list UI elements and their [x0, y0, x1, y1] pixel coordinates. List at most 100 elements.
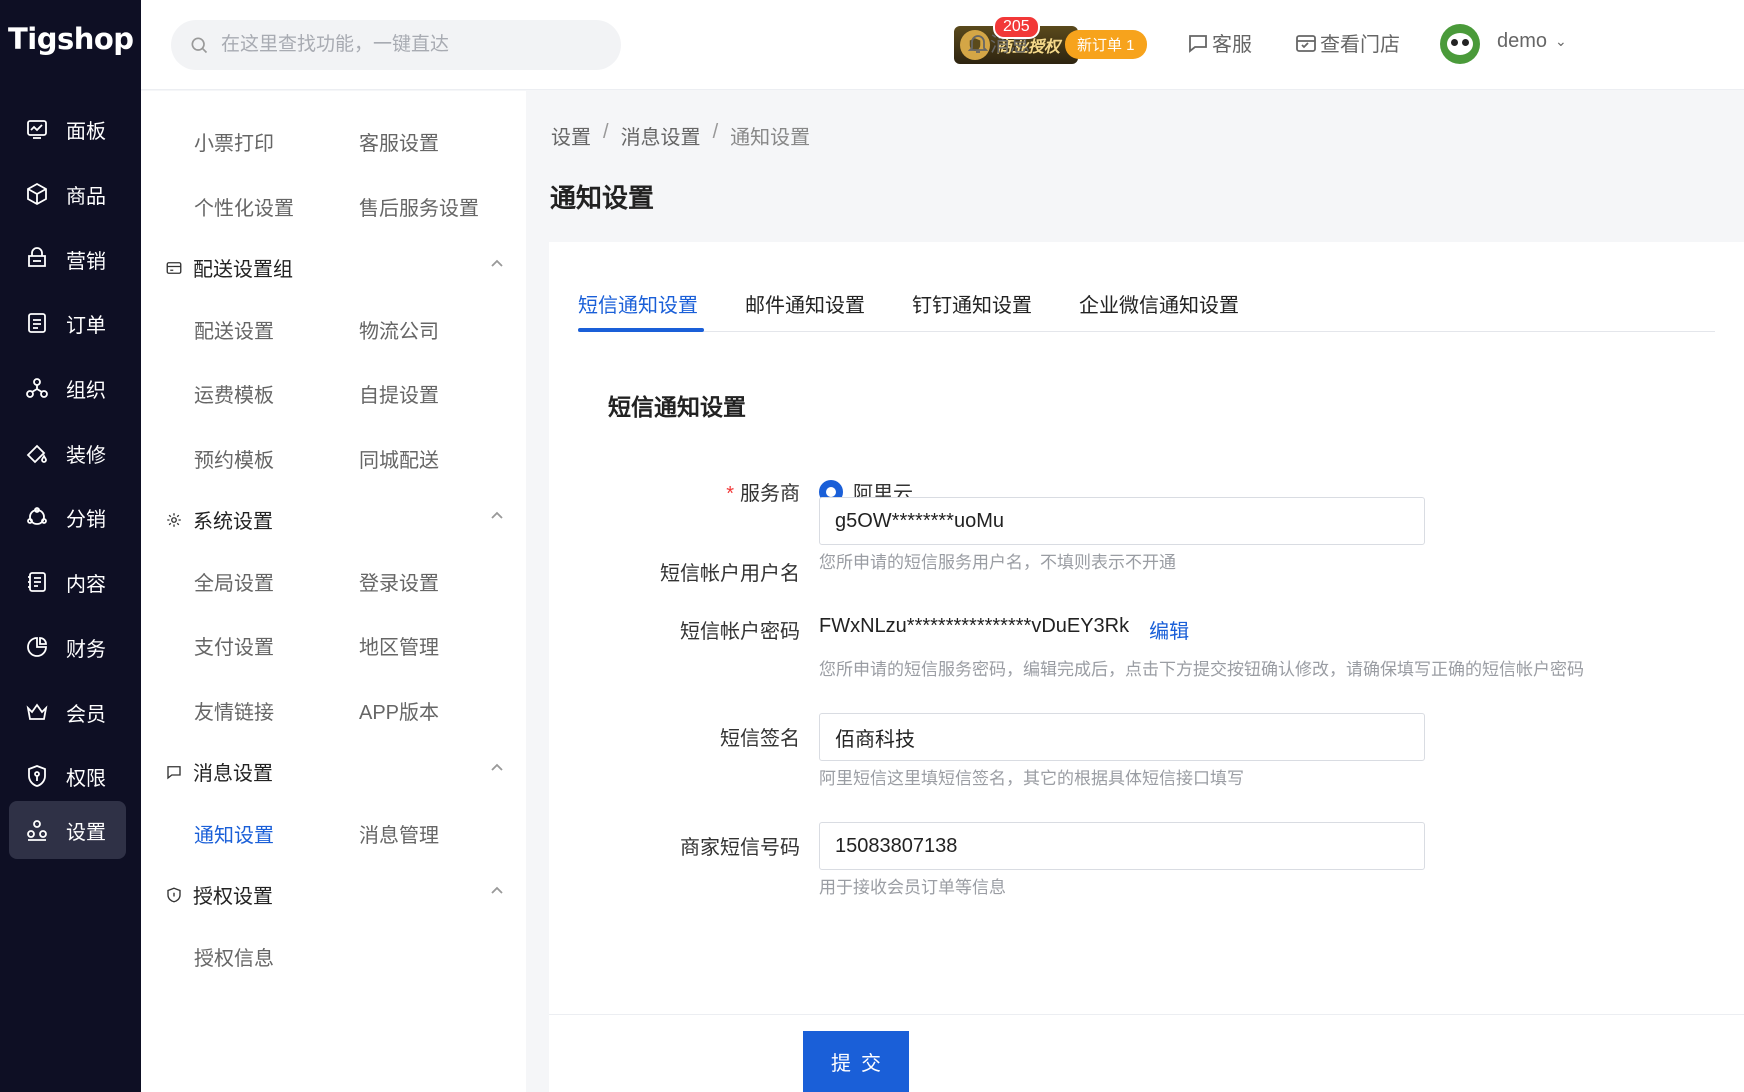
chat-icon	[1189, 34, 1207, 53]
submenu-group-delivery[interactable]: 配送设置组	[165, 253, 505, 282]
username-hint: 您所申请的短信服务用户名，不填则表示不开通	[819, 553, 1176, 572]
nav-item-dashboard[interactable]: 面板	[9, 100, 126, 158]
tab-email[interactable]: 邮件通知设置	[745, 289, 865, 318]
breadcrumb-item[interactable]: 消息设置	[621, 121, 701, 150]
submenu-item[interactable]: 登录设置	[359, 567, 439, 596]
chevron-up-icon	[489, 882, 505, 898]
nav-item-permissions[interactable]: 权限	[9, 747, 126, 805]
group-title: 系统设置	[193, 511, 273, 533]
submenu-item[interactable]: 客服设置	[359, 127, 439, 156]
nav-label: 面板	[66, 120, 106, 143]
submenu-item[interactable]: 个性化设置	[194, 192, 294, 221]
nav-label: 设置	[66, 821, 106, 844]
tab-wecom[interactable]: 企业微信通知设置	[1079, 289, 1239, 318]
gear-icon	[165, 510, 185, 530]
finance-icon	[23, 633, 51, 661]
customer-service-label: 客服	[1212, 34, 1252, 56]
submit-button[interactable]: 提交	[803, 1031, 909, 1092]
submenu-item-active[interactable]: 通知设置	[194, 819, 274, 848]
message-icon	[165, 762, 185, 782]
main-sidebar: Tigshop 面板 商品 营销 订单 组织 装修 分销 内容 财务 会员 权限…	[0, 0, 141, 1092]
username-input[interactable]	[819, 497, 1425, 545]
username-label: 短信帐户用户名	[660, 563, 800, 585]
nav-item-orders[interactable]: 订单	[9, 294, 126, 352]
submenu-group-message[interactable]: 消息设置	[165, 757, 505, 786]
nav-item-members[interactable]: 会员	[9, 683, 126, 741]
view-store-button[interactable]: 查看门店	[1294, 28, 1400, 57]
chevron-up-icon	[489, 255, 505, 271]
edit-password-link[interactable]: 编辑	[1149, 615, 1189, 644]
user-menu[interactable]: demo ⌄	[1497, 30, 1567, 53]
breadcrumb-item[interactable]: 设置	[551, 121, 591, 150]
submenu-item[interactable]: 地区管理	[359, 631, 439, 660]
submenu-item[interactable]: 物流公司	[359, 315, 439, 344]
required-mark: *	[726, 483, 734, 505]
app-logo[interactable]: Tigshop	[8, 22, 134, 56]
tab-dingtalk[interactable]: 钉钉通知设置	[912, 289, 1032, 318]
shield-key-icon	[23, 762, 51, 790]
search-input[interactable]	[221, 34, 601, 56]
nav-item-organization[interactable]: 组织	[9, 359, 126, 417]
submenu-item[interactable]: 运费模板	[194, 379, 274, 408]
submenu-group-license[interactable]: 授权设置	[165, 880, 505, 909]
submenu-item[interactable]: 预约模板	[194, 444, 274, 473]
nav-item-products[interactable]: 商品	[9, 165, 126, 223]
bell-icon	[967, 34, 989, 53]
nav-label: 订单	[66, 314, 106, 337]
nav-item-finance[interactable]: 财务	[9, 618, 126, 676]
nav-item-distribution[interactable]: 分销	[9, 488, 126, 546]
group-title: 授权设置	[193, 886, 273, 908]
new-order-badge[interactable]: 新订单 1	[1065, 30, 1147, 59]
search-box[interactable]	[171, 20, 621, 70]
nav-item-content[interactable]: 内容	[9, 553, 126, 611]
nav-item-settings[interactable]: 设置	[9, 801, 126, 859]
tab-sms[interactable]: 短信通知设置	[578, 289, 698, 318]
search-icon	[191, 37, 208, 54]
submenu-item[interactable]: 友情链接	[194, 696, 274, 725]
message-count-badge: 205	[993, 15, 1040, 39]
top-header: 商业授权 消息 205 新订单 1 客服 查看门店 demo ⌄	[141, 0, 1744, 90]
password-value: FWxNLzu****************vDuEY3Rk	[819, 615, 1130, 637]
nav-label: 分销	[66, 508, 106, 531]
submenu-item[interactable]: 全局设置	[194, 567, 274, 596]
submenu-item[interactable]: 同城配送	[359, 444, 439, 473]
settings-submenu: 小票打印 客服设置 个性化设置 售后服务设置 配送设置组 配送设置 物流公司 运…	[141, 91, 526, 1092]
submenu-item[interactable]: 消息管理	[359, 819, 439, 848]
submenu-group-system[interactable]: 系统设置	[165, 505, 505, 534]
avatar[interactable]	[1440, 24, 1480, 64]
marketing-icon	[23, 245, 51, 273]
nav-label: 内容	[66, 573, 106, 596]
phone-label: 商家短信号码	[680, 837, 800, 859]
nav-item-marketing[interactable]: 营销	[9, 230, 126, 288]
submenu-item[interactable]: 支付设置	[194, 631, 274, 660]
sign-label: 短信签名	[720, 728, 800, 750]
password-display: FWxNLzu****************vDuEY3Rk 编辑	[819, 615, 1189, 644]
user-name: demo	[1497, 30, 1548, 52]
form-footer	[549, 1014, 1744, 1092]
nav-label: 商品	[66, 185, 106, 208]
breadcrumb-separator: /	[712, 121, 719, 143]
phone-input[interactable]	[819, 822, 1425, 870]
breadcrumb-current: 通知设置	[730, 127, 811, 149]
chevron-up-icon	[489, 507, 505, 523]
settings-icon	[23, 816, 51, 844]
submenu-item[interactable]: APP版本	[359, 696, 439, 725]
section-title: 短信通知设置	[608, 394, 746, 420]
tab-active-indicator	[578, 328, 704, 332]
password-hint: 您所申请的短信服务密码，编辑完成后，点击下方提交按钮确认修改，请确保填写正确的短…	[819, 660, 1584, 679]
sign-input[interactable]	[819, 713, 1425, 761]
submenu-item[interactable]: 授权信息	[194, 942, 274, 971]
group-title: 消息设置	[193, 763, 273, 785]
phone-hint: 用于接收会员订单等信息	[819, 878, 1006, 897]
decorate-icon	[23, 439, 51, 467]
password-label: 短信帐户密码	[680, 621, 800, 643]
chevron-down-icon: ⌄	[1555, 33, 1567, 49]
submenu-item[interactable]: 售后服务设置	[359, 192, 479, 221]
nav-item-decorate[interactable]: 装修	[9, 424, 126, 482]
submenu-item[interactable]: 自提设置	[359, 379, 439, 408]
group-title: 配送设置组	[193, 259, 293, 281]
customer-service-button[interactable]: 客服	[1186, 28, 1252, 57]
submenu-item[interactable]: 小票打印	[194, 127, 274, 156]
distribution-icon	[23, 503, 51, 531]
submenu-item[interactable]: 配送设置	[194, 315, 274, 344]
